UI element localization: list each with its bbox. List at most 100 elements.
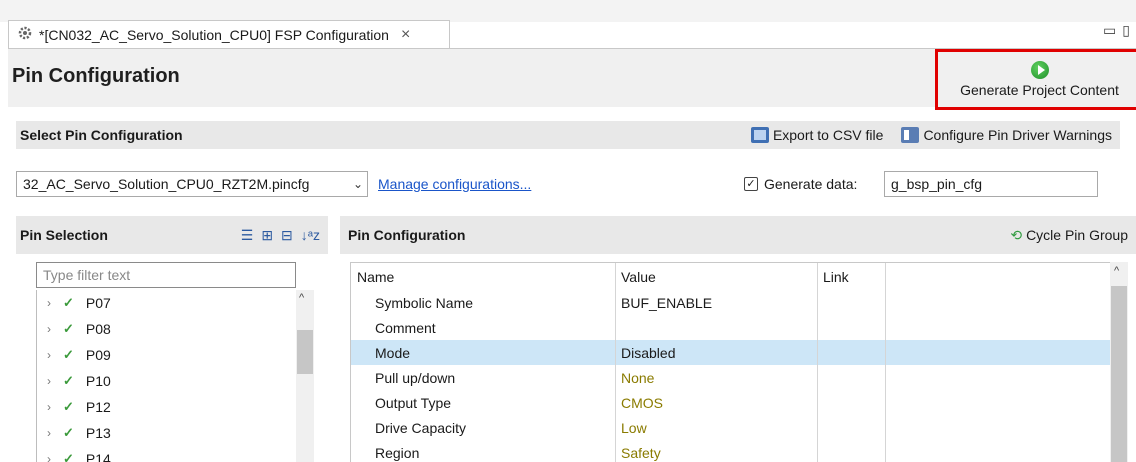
property-value[interactable]: Low xyxy=(615,420,817,436)
property-name: Symbolic Name xyxy=(375,294,474,311)
column-header-value[interactable]: Value xyxy=(615,269,817,285)
cycle-icon: ⟲ xyxy=(1010,226,1023,243)
play-icon xyxy=(1030,61,1049,79)
pin-label: P08 xyxy=(85,321,111,337)
column-divider xyxy=(615,263,616,462)
property-value[interactable]: Disabled xyxy=(615,345,817,361)
generate-data-label: Generate data: xyxy=(764,176,858,192)
chevron-right-icon[interactable]: › xyxy=(47,374,51,388)
generate-project-content-button[interactable]: Generate Project Content xyxy=(935,49,1136,110)
property-value[interactable]: BUF_ENABLE xyxy=(615,295,817,311)
pin-selection-title: Pin Selection xyxy=(20,227,108,243)
pin-tree: › ✓ P07 › ✓ P08 › ✓ P09 › ✓ P10 › ✓ P12 › ✓ P13 › ✓ P1… xyxy=(36,290,296,462)
column-divider xyxy=(885,263,886,462)
pin-config-dropdown[interactable]: 32_AC_Servo_Solution_CPU0_RZT2M.pincfg ⌄ xyxy=(16,171,368,197)
pin-selection-header: Pin Selection ☰ ⊞ ⊟ ↓ᵃz xyxy=(16,216,328,254)
configure-warnings-label: Configure Pin Driver Warnings xyxy=(923,127,1112,143)
config-row: 32_AC_Servo_Solution_CPU0_RZT2M.pincfg ⌄… xyxy=(16,169,1120,199)
generate-data-toggle[interactable]: ✓ Generate data: xyxy=(744,176,857,192)
editor-tab[interactable]: *[CN032_AC_Servo_Solution_CPU0] FSP Conf… xyxy=(8,20,450,48)
chevron-down-icon[interactable]: ⌄ xyxy=(349,177,367,191)
property-value[interactable]: None xyxy=(615,370,817,386)
property-name: Output Type xyxy=(375,394,452,411)
table-row[interactable]: Output Type CMOS xyxy=(351,390,1119,415)
warnings-icon xyxy=(901,127,920,143)
minimize-icon[interactable]: ▭ xyxy=(1103,22,1122,38)
window-top-strip xyxy=(0,0,1136,22)
fsp-configuration-editor: Pin Configuration Generate Project Conte… xyxy=(8,48,1136,462)
check-icon: ✓ xyxy=(63,295,74,310)
maximize-icon[interactable]: ▯ xyxy=(1122,22,1136,38)
gear-icon xyxy=(17,25,33,44)
tree-item[interactable]: › ✓ P07 xyxy=(37,290,296,316)
chevron-right-icon[interactable]: › xyxy=(47,400,51,414)
close-icon[interactable]: × xyxy=(401,26,410,44)
property-name: Pull up/down xyxy=(375,369,456,386)
check-icon: ✓ xyxy=(63,347,74,362)
table-scrollbar[interactable]: ^ xyxy=(1110,262,1128,462)
pin-label: P10 xyxy=(85,373,111,389)
scroll-thumb[interactable] xyxy=(1111,286,1127,462)
check-icon: ✓ xyxy=(63,399,74,414)
pin-label: P07 xyxy=(85,295,111,311)
generate-data-checkbox[interactable]: ✓ xyxy=(744,177,758,191)
list-view-icon[interactable]: ☰ xyxy=(241,227,254,244)
table-row[interactable]: Drive Capacity Low xyxy=(351,415,1119,440)
sort-az-icon[interactable]: ↓ᵃz xyxy=(301,227,320,244)
scroll-thumb[interactable] xyxy=(297,330,313,374)
select-pin-configuration-bar: Select Pin Configuration Export to CSV f… xyxy=(16,121,1120,149)
export-csv-icon xyxy=(750,127,769,143)
table-row[interactable]: Comment xyxy=(351,315,1119,340)
export-csv-button[interactable]: Export to CSV file xyxy=(750,127,883,143)
tree-item[interactable]: › ✓ P13 xyxy=(37,420,296,446)
manage-configurations-link[interactable]: Manage configurations... xyxy=(378,176,531,192)
chevron-right-icon[interactable]: › xyxy=(47,322,51,336)
chevron-right-icon[interactable]: › xyxy=(47,426,51,440)
chevron-right-icon[interactable]: › xyxy=(47,296,51,310)
tree-scrollbar[interactable]: ^ xyxy=(296,290,314,462)
page-title: Pin Configuration xyxy=(12,65,180,87)
tree-toolbar: ☰ ⊞ ⊟ ↓ᵃz xyxy=(241,227,328,244)
table-header: Name Value Link xyxy=(351,263,1119,290)
expand-all-icon[interactable]: ⊞ xyxy=(261,227,273,244)
pin-label: P12 xyxy=(85,399,111,415)
tree-item[interactable]: › ✓ P08 xyxy=(37,316,296,342)
tree-item[interactable]: › ✓ P09 xyxy=(37,342,296,368)
table-row[interactable]: Pull up/down None xyxy=(351,365,1119,390)
column-header-link[interactable]: Link xyxy=(817,269,885,285)
column-divider xyxy=(817,263,818,462)
generate-data-input[interactable]: g_bsp_pin_cfg xyxy=(884,171,1098,197)
property-name: Region xyxy=(375,444,420,461)
properties-table: Name Value Link Symbolic Name BUF_ENABLE … xyxy=(350,262,1120,462)
table-row[interactable]: Symbolic Name BUF_ENABLE xyxy=(351,290,1119,315)
tree-item[interactable]: › ✓ P12 xyxy=(37,394,296,420)
pin-configuration-title: Pin Configuration xyxy=(348,227,466,243)
chevron-right-icon[interactable]: › xyxy=(47,348,51,362)
table-row[interactable]: Region Safety xyxy=(351,440,1119,462)
generate-button-label: Generate Project Content xyxy=(960,82,1119,98)
pin-label: P14 xyxy=(85,451,111,462)
column-header-name[interactable]: Name xyxy=(351,269,615,285)
check-icon: ✓ xyxy=(63,425,74,440)
window-controls: ▭▯ xyxy=(1103,22,1136,39)
section-title: Select Pin Configuration xyxy=(20,127,183,143)
filter-input[interactable]: Type filter text xyxy=(36,262,296,288)
chevron-right-icon[interactable]: › xyxy=(47,452,51,462)
table-row[interactable]: Mode Disabled xyxy=(351,340,1119,365)
scroll-up-icon[interactable]: ^ xyxy=(1114,265,1119,277)
scroll-up-icon[interactable]: ^ xyxy=(299,292,304,304)
tree-item[interactable]: › ✓ P14 xyxy=(37,446,296,462)
pin-configuration-panel: Pin Configuration ⟲ Cycle Pin Group Name… xyxy=(340,216,1136,462)
property-name: Mode xyxy=(375,344,411,361)
configure-warnings-button[interactable]: Configure Pin Driver Warnings xyxy=(901,127,1112,143)
property-value[interactable]: CMOS xyxy=(615,395,817,411)
property-name: Comment xyxy=(375,319,436,336)
property-value[interactable]: Safety xyxy=(615,445,817,461)
section-actions: Export to CSV file Configure Pin Driver … xyxy=(750,127,1120,143)
collapse-all-icon[interactable]: ⊟ xyxy=(281,227,293,244)
pin-label: P13 xyxy=(85,425,111,441)
cycle-pin-group-button[interactable]: ⟲ Cycle Pin Group xyxy=(1010,227,1136,244)
tab-title: *[CN032_AC_Servo_Solution_CPU0] FSP Conf… xyxy=(39,26,389,43)
tree-item[interactable]: › ✓ P10 xyxy=(37,368,296,394)
pin-configuration-header: Pin Configuration ⟲ Cycle Pin Group xyxy=(340,216,1136,254)
